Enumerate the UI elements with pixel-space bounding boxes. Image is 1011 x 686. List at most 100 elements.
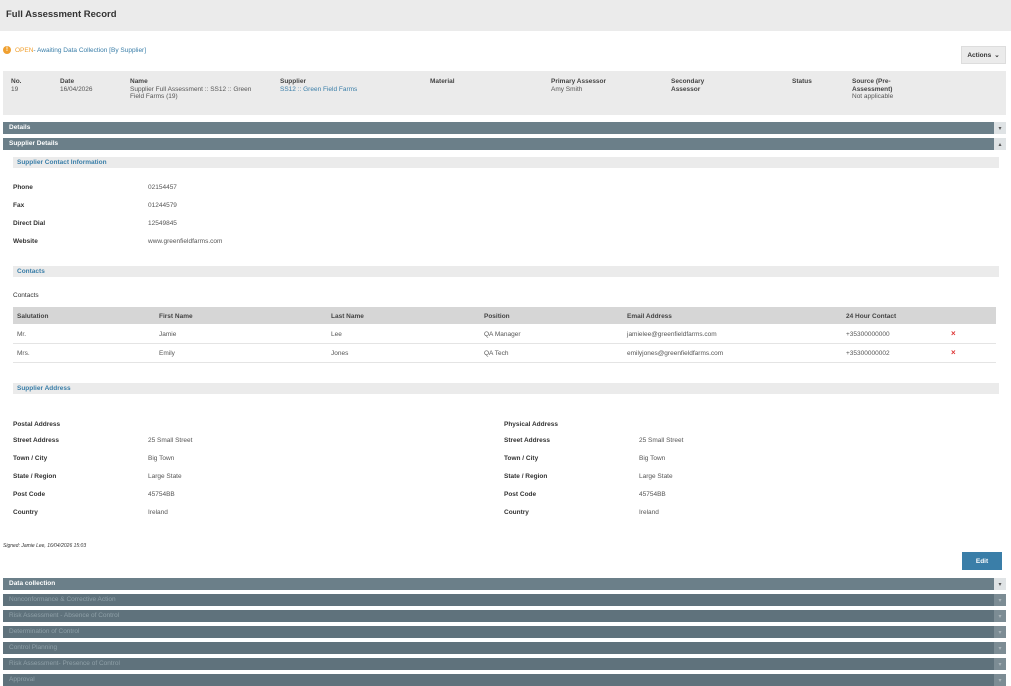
table-cell: QA Tech — [484, 350, 509, 357]
actions-button[interactable]: Actions ⌄ — [961, 46, 1006, 64]
table-cell: Lee — [331, 331, 342, 338]
summary-supplier: Supplier SS12 :: Green Field Farms — [280, 78, 400, 93]
supplier-link[interactable]: SS12 :: Green Field Farms — [280, 86, 400, 94]
chevron-down-icon: ▾ — [994, 674, 1006, 686]
column-header[interactable]: 24 Hour Contact — [846, 313, 896, 320]
status-open-label: OPEN — [15, 46, 34, 54]
section-details[interactable]: Details — [3, 122, 994, 134]
column-header[interactable]: Last Name — [331, 313, 364, 320]
section-nonconformance: Nonconformance & Corrective Action — [3, 594, 994, 606]
summary-supplier-label: Supplier — [280, 78, 307, 85]
physical-postcode-value: 45754BB — [639, 491, 666, 498]
summary-date: Date 16/04/2026 — [60, 78, 120, 93]
direct-dial-label: Direct Dial — [13, 220, 46, 227]
table-row[interactable]: Mrs. Emily Jones QA Tech emilyjones@gree… — [13, 344, 996, 363]
website-label: Website — [13, 238, 38, 245]
phone-label: Phone — [13, 184, 33, 191]
summary-primary-label: Primary Assessor — [551, 78, 607, 85]
table-cell: emilyjones@greenfieldfarms.com — [627, 350, 724, 357]
summary-date-value: 16/04/2026 — [60, 85, 93, 93]
warning-icon: ! — [3, 46, 11, 54]
postal-street-value: 25 Small Street — [148, 437, 193, 444]
signed-note: Signed: Jamie Lee, 16/04/2026 15:03 — [3, 543, 87, 549]
column-header[interactable]: Salutation — [17, 313, 48, 320]
physical-town-value: Big Town — [639, 455, 666, 462]
summary-secondary-label: Secondary Assessor — [671, 78, 705, 93]
table-cell: Jamie — [159, 331, 177, 338]
summary-material-label: Material — [430, 78, 455, 85]
section-data-collection[interactable]: Data collection — [3, 578, 994, 590]
status-description: - Awaiting Data Collection [By Supplier] — [33, 46, 147, 54]
table-cell: jamielee@greenfieldfarms.com — [627, 331, 717, 338]
contacts-subtitle: Contacts — [13, 292, 39, 299]
summary-source-label: Source (Pre-Assessment) — [852, 78, 893, 93]
contacts-table-header: Salutation First Name Last Name Position… — [13, 307, 996, 324]
chevron-down-icon: ▾ — [994, 658, 1006, 670]
physical-postcode-label: Post Code — [504, 491, 537, 498]
contacts-heading: Contacts — [13, 266, 999, 277]
summary-primary-value: Amy Smith — [551, 85, 583, 93]
postal-postcode-label: Post Code — [13, 491, 46, 498]
postal-street-label: Street Address — [13, 437, 59, 444]
section-approval: Approval — [3, 674, 994, 686]
table-cell: Mrs. — [17, 350, 30, 357]
summary-name: Name Supplier Full Assessment :: SS12 ::… — [130, 78, 255, 101]
table-cell: Jones — [331, 350, 349, 357]
postal-address-title: Postal Address — [13, 421, 61, 428]
edit-button[interactable]: Edit — [962, 552, 1002, 570]
section-risk-absence: Risk Assessment - Absence of Control — [3, 610, 994, 622]
table-cell: QA Manager — [484, 331, 521, 338]
physical-street-value: 25 Small Street — [639, 437, 684, 444]
chevron-down-icon: ⌄ — [994, 52, 1000, 59]
column-header[interactable]: Email Address — [627, 313, 672, 320]
page-title: Full Assessment Record — [6, 9, 117, 20]
website-value: www.greenfieldfarms.com — [148, 238, 223, 245]
postal-state-value: Large State — [148, 473, 182, 480]
summary-no-value: 19 — [11, 85, 19, 93]
supplier-address-heading: Supplier Address — [13, 383, 999, 394]
summary-source: Source (Pre-Assessment) Not applicable — [852, 78, 912, 101]
physical-state-value: Large State — [639, 473, 673, 480]
physical-country-label: Country — [504, 509, 529, 516]
title-bar: Full Assessment Record — [0, 0, 1011, 31]
status-line: ! OPEN - Awaiting Data Collection [By Su… — [3, 46, 146, 54]
chevron-down-icon[interactable]: ▾ — [994, 122, 1006, 134]
physical-street-label: Street Address — [504, 437, 550, 444]
section-risk-presence: Risk Assessment- Presence of Control — [3, 658, 994, 670]
postal-town-label: Town / City — [13, 455, 48, 462]
fax-label: Fax — [13, 202, 25, 209]
chevron-down-icon: ▾ — [994, 642, 1006, 654]
delete-icon[interactable]: × — [951, 329, 956, 338]
postal-state-label: State / Region — [13, 473, 57, 480]
chevron-down-icon: ▾ — [994, 594, 1006, 606]
physical-country-value: Ireland — [639, 509, 659, 516]
table-cell: Emily — [159, 350, 175, 357]
chevron-down-icon: ▾ — [994, 626, 1006, 638]
column-header[interactable]: Position — [484, 313, 510, 320]
phone-value: 02154457 — [148, 184, 177, 191]
summary-no: No. 19 — [11, 78, 51, 93]
contact-info-heading: Supplier Contact Information — [13, 157, 999, 168]
summary-secondary-assessor: Secondary Assessor — [671, 78, 726, 93]
postal-country-label: Country — [13, 509, 38, 516]
summary-name-label: Name — [130, 78, 148, 85]
table-cell: +35300000002 — [846, 350, 890, 357]
summary-material: Material — [430, 78, 510, 86]
delete-icon[interactable]: × — [951, 348, 956, 357]
physical-state-label: State / Region — [504, 473, 548, 480]
chevron-down-icon: ▾ — [994, 610, 1006, 622]
summary-no-label: No. — [11, 78, 22, 85]
direct-dial-value: 12549845 — [148, 220, 177, 227]
section-supplier-details[interactable]: Supplier Details — [3, 138, 994, 150]
actions-label: Actions — [967, 51, 992, 59]
table-row[interactable]: Mr. Jamie Lee QA Manager jamielee@greenf… — [13, 325, 996, 344]
record-summary: No. 19 Date 16/04/2026 Name Supplier Ful… — [3, 71, 1006, 115]
chevron-down-icon[interactable]: ▾ — [994, 578, 1006, 590]
summary-status: Status — [792, 78, 842, 86]
table-cell: Mr. — [17, 331, 27, 338]
chevron-up-icon[interactable]: ▴ — [994, 138, 1006, 150]
column-header[interactable]: First Name — [159, 313, 193, 320]
summary-name-value: Supplier Full Assessment :: SS12 :: Gree… — [130, 85, 252, 101]
section-control-planning: Control Planning — [3, 642, 994, 654]
summary-primary-assessor: Primary Assessor Amy Smith — [551, 78, 651, 93]
